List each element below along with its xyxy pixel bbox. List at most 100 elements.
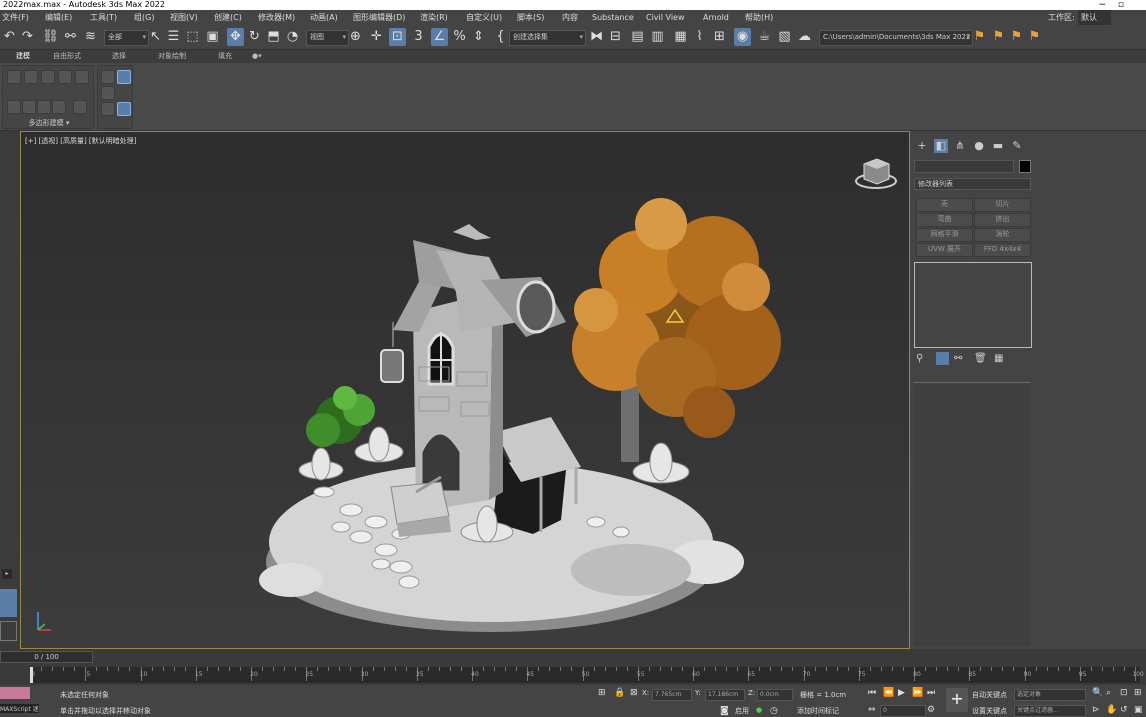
edge-mode-icon[interactable] — [24, 70, 38, 84]
polygon-mode-icon[interactable] — [58, 70, 72, 84]
maxscript-mini-listener[interactable]: MAXScript 迷 — [0, 704, 39, 713]
project-save-icon[interactable]: ⚑ — [1008, 28, 1025, 46]
tab-freeform[interactable]: 自由形式 — [53, 50, 81, 63]
selection-filter-dropdown[interactable]: 全部 — [104, 30, 149, 46]
modifier-button-bend[interactable]: 弯曲 — [916, 213, 973, 227]
show-result-toggle-icon[interactable] — [936, 352, 949, 365]
key-filters-button[interactable]: 关键点过滤器... — [1014, 705, 1086, 717]
auto-key-button[interactable]: 自动关键点 — [972, 690, 1007, 700]
menu-civil-view[interactable]: Civil View — [646, 10, 685, 25]
hierarchy-tab-icon[interactable]: ⋔ — [953, 139, 967, 153]
zoom-all-icon[interactable]: ⌕ — [1106, 688, 1111, 698]
bind-spacewarp-icon[interactable]: ≋ — [82, 28, 99, 46]
motion-tab-icon[interactable]: ● — [972, 139, 986, 153]
z-coordinate-field[interactable]: 0.0cm — [757, 689, 793, 701]
layout-thumbnail[interactable] — [0, 621, 17, 641]
scene-explorer-icon[interactable]: ▤ — [629, 28, 646, 46]
current-frame-marker[interactable] — [30, 667, 33, 683]
modifier-button-extrude[interactable]: 挤出 — [974, 213, 1031, 227]
select-manipulate-icon[interactable]: ✛ — [368, 28, 385, 46]
set-key-button[interactable]: 设置关键点 — [972, 706, 1007, 716]
tab-object-paint[interactable]: 对象绘制 — [158, 50, 186, 63]
set-key-big-button[interactable]: + — [946, 688, 968, 712]
adaptive-degradation-icon[interactable]: ◙ — [720, 706, 729, 716]
window-crossing-icon[interactable]: ▣ — [204, 28, 221, 46]
utilities-tab-icon[interactable]: ✎ — [1010, 139, 1024, 153]
menu-arnold[interactable]: Arnold — [703, 10, 729, 25]
zoom-icon[interactable]: 🔍 — [1092, 688, 1103, 698]
zoom-extents-all-icon[interactable]: ⊞ — [1134, 688, 1142, 698]
project-settings-icon[interactable]: ⚑ — [1026, 28, 1043, 46]
pivot-center-icon[interactable]: ⊕ — [347, 28, 364, 46]
key-mode-icon[interactable]: ⇔ — [868, 705, 876, 715]
snaps-toggle-icon[interactable]: 3 — [410, 28, 427, 46]
maxscript-listener[interactable] — [0, 687, 30, 699]
menu-rendering[interactable]: 渲染(R) — [420, 10, 448, 25]
ribbon-toggle-icon[interactable]: ▦ — [672, 28, 689, 46]
project-new-icon[interactable]: ⚑ — [990, 28, 1007, 46]
show-end-result-icon[interactable] — [117, 70, 131, 84]
go-to-start-icon[interactable]: ⏮ — [868, 688, 876, 698]
rect-selection-icon[interactable]: ⬚ — [184, 28, 201, 46]
border-mode-icon[interactable] — [41, 70, 55, 84]
selected-object-dropdown[interactable]: 选定对象 — [1014, 689, 1086, 701]
menu-edit[interactable]: 编辑(E) — [45, 10, 72, 25]
time-slider[interactable]: 0 / 100 — [0, 651, 93, 663]
rendered-frame-icon[interactable]: ▧ — [776, 28, 793, 46]
reference-coordinate-dropdown[interactable]: 视图 — [306, 30, 349, 46]
align-icon[interactable]: ⊟ — [607, 28, 624, 46]
time-tag-icon[interactable]: ◷ — [770, 706, 778, 716]
modifier-button-turbosmooth[interactable]: 涡轮 — [974, 228, 1031, 242]
viewcube[interactable] — [855, 158, 897, 189]
pin-stack-icon[interactable]: ⚲ — [916, 353, 923, 364]
menu-tools[interactable]: 工具(T) — [90, 10, 117, 25]
render-setup-icon[interactable]: ☕ — [756, 28, 773, 46]
menu-modifiers[interactable]: 修改器(M) — [258, 10, 295, 25]
redo-icon[interactable]: ↷ — [19, 28, 36, 46]
render-production-icon[interactable]: ☁ — [796, 28, 813, 46]
menu-help[interactable]: 帮助(H) — [745, 10, 773, 25]
modify-tab-icon[interactable]: ◧ — [934, 139, 948, 153]
menu-graph-editors[interactable]: 图形编辑器(D) — [353, 10, 405, 25]
modifier-button-meshsmooth[interactable]: 网格平滑 — [916, 228, 973, 242]
element-mode-icon[interactable] — [75, 70, 89, 84]
menu-views[interactable]: 视图(V) — [170, 10, 198, 25]
modifier-button-ffd[interactable]: FFD 4x4x4 — [974, 243, 1031, 257]
viewport-layout-tab[interactable] — [0, 589, 17, 617]
select-by-name-icon[interactable]: ☰ — [165, 28, 182, 46]
pan-view-icon[interactable]: ✋ — [1106, 705, 1117, 715]
menu-file[interactable]: 文件(F) — [2, 10, 29, 25]
modifier-stack-list[interactable] — [914, 262, 1032, 348]
add-time-tag[interactable]: 添加时间标记 — [797, 706, 839, 716]
configure-sets-icon[interactable]: ▦ — [994, 353, 1003, 364]
maximize-viewport-icon[interactable]: ▣ — [1134, 705, 1143, 715]
mirror-icon[interactable]: ⧓ — [588, 28, 605, 46]
next-frame-icon[interactable]: ⏩ — [912, 688, 923, 698]
select-object-icon[interactable]: ↖ — [147, 28, 164, 46]
make-unique-icon[interactable] — [101, 86, 115, 100]
x-coordinate-field[interactable]: 7.765cm — [652, 689, 692, 701]
layer-explorer-icon[interactable]: ▥ — [649, 28, 666, 46]
absolute-mode-icon[interactable]: ⊠ — [630, 688, 638, 698]
menu-substance[interactable]: Substance — [592, 10, 634, 25]
go-to-end-icon[interactable]: ⏭ — [927, 688, 935, 698]
maximize-button[interactable]: ▫ — [1118, 0, 1124, 10]
remove-modifier-icon[interactable]: 🗑 — [974, 353, 987, 364]
play-icon[interactable]: ▶ — [898, 688, 905, 698]
pin-stack-icon[interactable] — [117, 102, 131, 116]
project-folder-dropdown[interactable]: C:\Users\admin\Documents\3ds Max 2022 — [819, 30, 973, 46]
modify-mode-icon[interactable] — [101, 70, 115, 84]
menu-group[interactable]: 组(G) — [134, 10, 154, 25]
loop-icon[interactable] — [52, 100, 66, 114]
curve-editor-icon[interactable]: ⌇ — [691, 28, 708, 46]
modifier-button-slice[interactable]: 切片 — [974, 198, 1031, 212]
spinner-snap-icon[interactable]: ⇕ — [470, 28, 487, 46]
time-config-icon[interactable]: ⚙ — [927, 705, 935, 715]
track-bar[interactable]: 0 5 10 15 20 25 30 35 40 45 50 55 60 65 70 75 80 85 90 95 10… — [30, 667, 1144, 683]
named-selection-dropdown[interactable]: 创建选择集 — [509, 30, 586, 46]
tab-selection[interactable]: 选择 — [112, 50, 126, 63]
viewport-perspective[interactable]: [+] [透视] [高质量] [默认明暗处理] — [20, 131, 910, 649]
undo-icon[interactable]: ↶ — [1, 28, 18, 46]
tab-modeling[interactable]: 建模 — [16, 50, 30, 63]
percent-snap-icon[interactable]: % — [451, 28, 468, 46]
